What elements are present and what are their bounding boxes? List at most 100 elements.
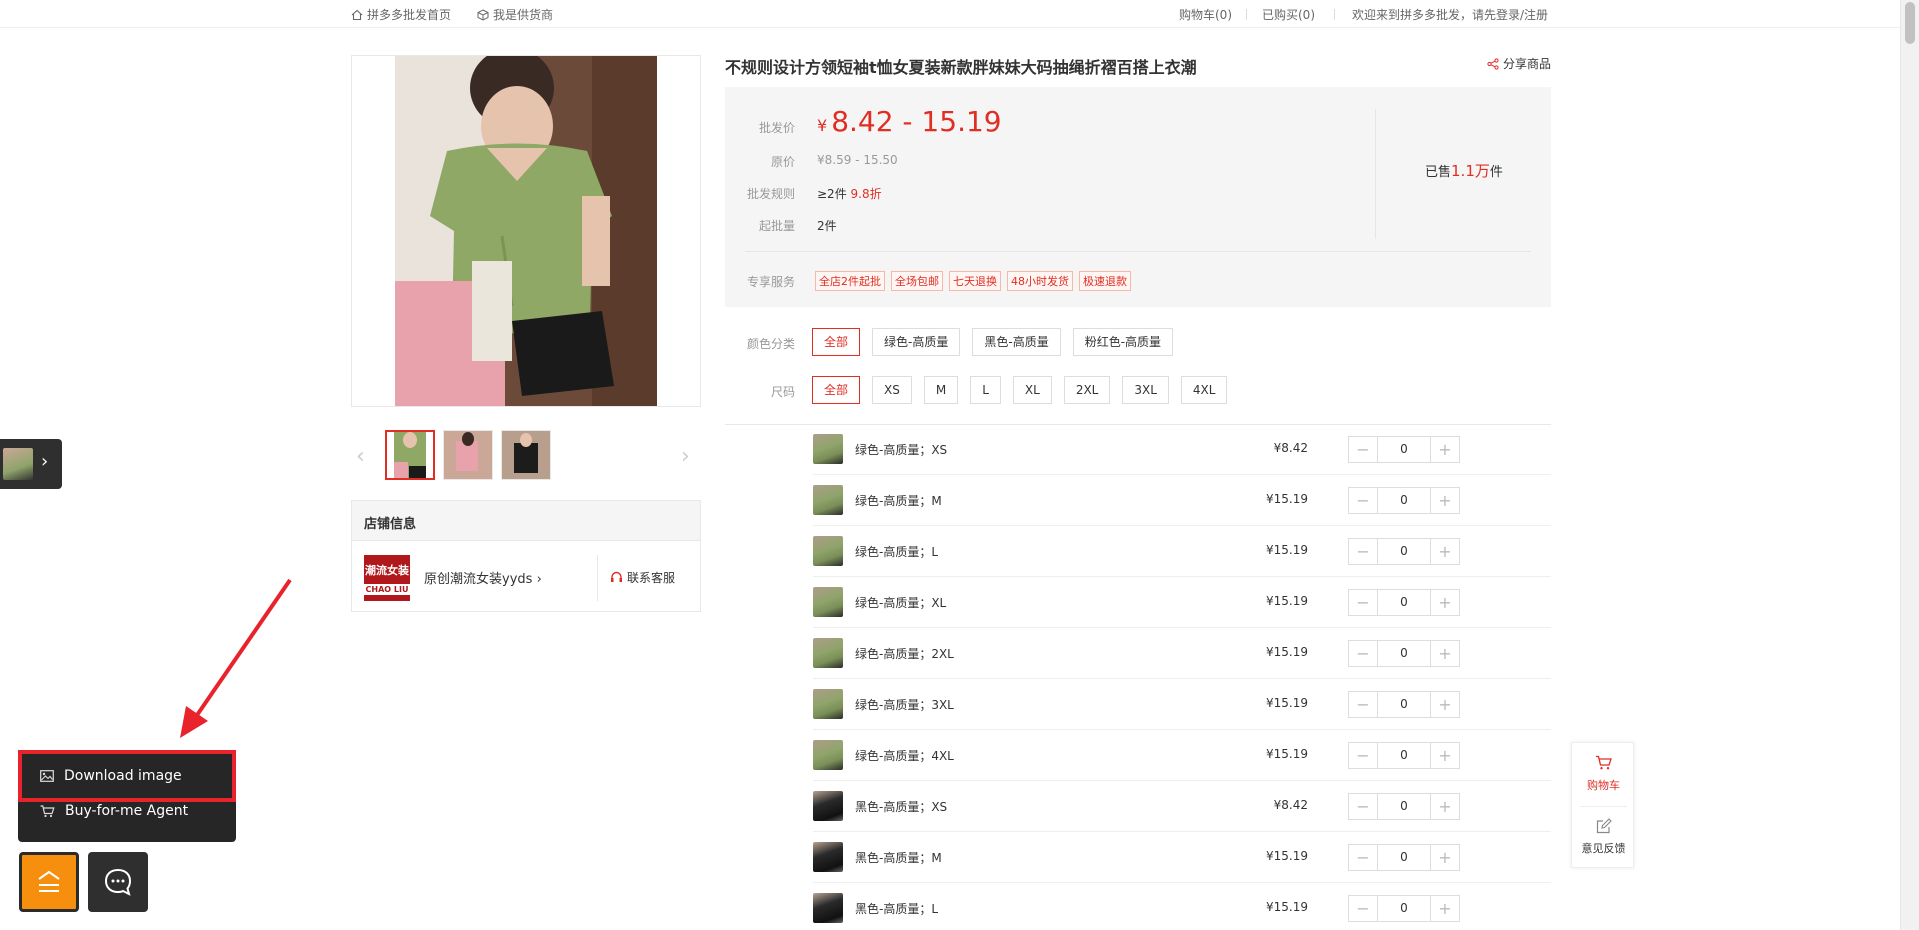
color-option-black[interactable]: 黑色-高质量: [972, 328, 1061, 356]
thumbnail-1[interactable]: [385, 430, 435, 480]
sku-price: ¥8.42: [1273, 798, 1308, 812]
quantity-input[interactable]: 0: [1377, 692, 1431, 717]
menu-icon: [38, 870, 60, 892]
buy-for-me-agent-item[interactable]: Buy-for-me Agent: [40, 800, 188, 822]
sku-row: 绿色-高质量；2XL ¥15.19 −0 +: [813, 628, 1551, 679]
supplier-link[interactable]: 我是供货商: [477, 6, 553, 23]
increment-button[interactable]: +: [1431, 794, 1459, 819]
decrement-button[interactable]: −: [1349, 692, 1377, 717]
welcome-login-link[interactable]: 欢迎来到拼多多批发，请先登录/注册: [1352, 6, 1548, 23]
size-option-2xl[interactable]: 2XL: [1063, 376, 1111, 404]
decrement-button[interactable]: −: [1349, 539, 1377, 564]
annotation-arrow: [180, 578, 292, 738]
color-option-green[interactable]: 绿色-高质量: [872, 328, 961, 356]
sku-name: 绿色-高质量；4XL: [855, 749, 954, 763]
decrement-button[interactable]: −: [1349, 896, 1377, 921]
side-feedback-button[interactable]: 意见反馈: [1572, 818, 1635, 856]
increment-button[interactable]: +: [1431, 641, 1459, 666]
chevron-left-icon[interactable]: ‹: [356, 444, 365, 469]
sku-thumbnail: [813, 485, 843, 515]
page-scrollbar[interactable]: [1900, 0, 1919, 930]
quantity-input[interactable]: 0: [1377, 896, 1431, 921]
thumbnail-2[interactable]: [443, 430, 493, 480]
increment-button[interactable]: +: [1431, 437, 1459, 462]
size-option-xs[interactable]: XS: [872, 376, 912, 404]
quantity-input[interactable]: 0: [1377, 743, 1431, 768]
sku-row: 黑色-高质量；L ¥15.19 −0 +: [813, 883, 1551, 930]
increment-button[interactable]: +: [1431, 488, 1459, 513]
shop-logo[interactable]: 潮流女装 CHAO LIU: [364, 555, 410, 601]
increment-button[interactable]: +: [1431, 845, 1459, 870]
decrement-button[interactable]: −: [1349, 488, 1377, 513]
sku-price: ¥15.19: [1266, 900, 1308, 914]
share-button[interactable]: 分享商品: [1487, 55, 1551, 72]
sku-row: 绿色-高质量；3XL ¥15.19 −0 +: [813, 679, 1551, 730]
sku-name: 绿色-高质量；M: [855, 494, 942, 508]
sku-name: 绿色-高质量；XS: [855, 443, 948, 457]
chat-button[interactable]: [88, 852, 148, 912]
thumbnail-strip: ‹ ›: [351, 430, 701, 480]
size-option-3xl[interactable]: 3XL: [1122, 376, 1169, 404]
quantity-stepper: −0 +: [1348, 793, 1460, 820]
size-option-m[interactable]: M: [923, 376, 959, 404]
decrement-button[interactable]: −: [1349, 743, 1377, 768]
decrement-button[interactable]: −: [1349, 590, 1377, 615]
divider: [1334, 9, 1335, 20]
sold-number: 1.1万: [1451, 162, 1490, 180]
quantity-input[interactable]: 0: [1377, 590, 1431, 615]
quantity-input[interactable]: 0: [1377, 539, 1431, 564]
home-link[interactable]: 拼多多批发首页: [351, 6, 451, 23]
color-option-pink[interactable]: 粉红色-高质量: [1072, 328, 1174, 356]
side-cart-label: 购物车: [1587, 779, 1620, 792]
quantity-stepper: −0 +: [1348, 589, 1460, 616]
sku-thumbnail: [813, 791, 843, 821]
original-price: ¥8.59 - 15.50: [817, 153, 898, 167]
decrement-button[interactable]: −: [1349, 794, 1377, 819]
size-label: 尺码: [770, 385, 795, 399]
increment-button[interactable]: +: [1431, 539, 1459, 564]
increment-button[interactable]: +: [1431, 590, 1459, 615]
sku-row: 绿色-高质量；XS ¥8.42 −0 +: [813, 424, 1551, 475]
sku-thumbnail: [813, 638, 843, 668]
quantity-input[interactable]: 0: [1377, 488, 1431, 513]
bought-link[interactable]: 已购买(0): [1262, 6, 1315, 23]
decrement-button[interactable]: −: [1349, 437, 1377, 462]
sku-price: ¥15.19: [1266, 594, 1308, 608]
thumbnail-3[interactable]: [501, 430, 551, 480]
decrement-button[interactable]: −: [1349, 641, 1377, 666]
size-option-all[interactable]: 全部: [812, 376, 861, 404]
color-option-all[interactable]: 全部: [812, 328, 861, 356]
quantity-stepper: −0 +: [1348, 742, 1460, 769]
shop-logo-subtext: CHAO LIU: [364, 584, 410, 595]
size-option-xl[interactable]: XL: [1012, 376, 1052, 404]
menu-toggle-button[interactable]: [19, 852, 79, 912]
quantity-input[interactable]: 0: [1377, 794, 1431, 819]
min-order-label: 起批量: [758, 219, 795, 233]
sku-row: 绿色-高质量；XL ¥15.19 −0 +: [813, 577, 1551, 628]
increment-button[interactable]: +: [1431, 896, 1459, 921]
quantity-input[interactable]: 0: [1377, 641, 1431, 666]
service-tag: 48小时发货: [1007, 271, 1073, 291]
size-option-4xl[interactable]: 4XL: [1180, 376, 1228, 404]
product-title: 不规则设计方领短袖t恤女夏装新款胖妹妹大码抽绳折褶百搭上衣潮: [725, 58, 1197, 77]
increment-button[interactable]: +: [1431, 692, 1459, 717]
contact-service-button[interactable]: 联系客服: [610, 569, 675, 586]
sku-price: ¥15.19: [1266, 849, 1308, 863]
divider: [745, 251, 1531, 252]
size-option-l[interactable]: L: [970, 376, 1001, 404]
quantity-input[interactable]: 0: [1377, 437, 1431, 462]
sku-row: 黑色-高质量；XS ¥8.42 −0 +: [813, 781, 1551, 832]
sku-thumbnail: [813, 536, 843, 566]
side-cart-button[interactable]: 购物车: [1572, 755, 1635, 793]
highlight-box: [18, 750, 236, 802]
home-link-label: 拼多多批发首页: [367, 8, 452, 22]
quantity-stepper: −0 +: [1348, 436, 1460, 463]
increment-button[interactable]: +: [1431, 743, 1459, 768]
decrement-button[interactable]: −: [1349, 845, 1377, 870]
scrollbar-thumb[interactable]: [1905, 2, 1915, 44]
main-product-image[interactable]: [351, 55, 701, 407]
chevron-right-icon[interactable]: ›: [681, 444, 690, 469]
cart-link[interactable]: 购物车(0): [1179, 6, 1232, 23]
quantity-input[interactable]: 0: [1377, 845, 1431, 870]
shop-name-link[interactable]: 原创潮流女装yyds ›: [424, 568, 542, 587]
